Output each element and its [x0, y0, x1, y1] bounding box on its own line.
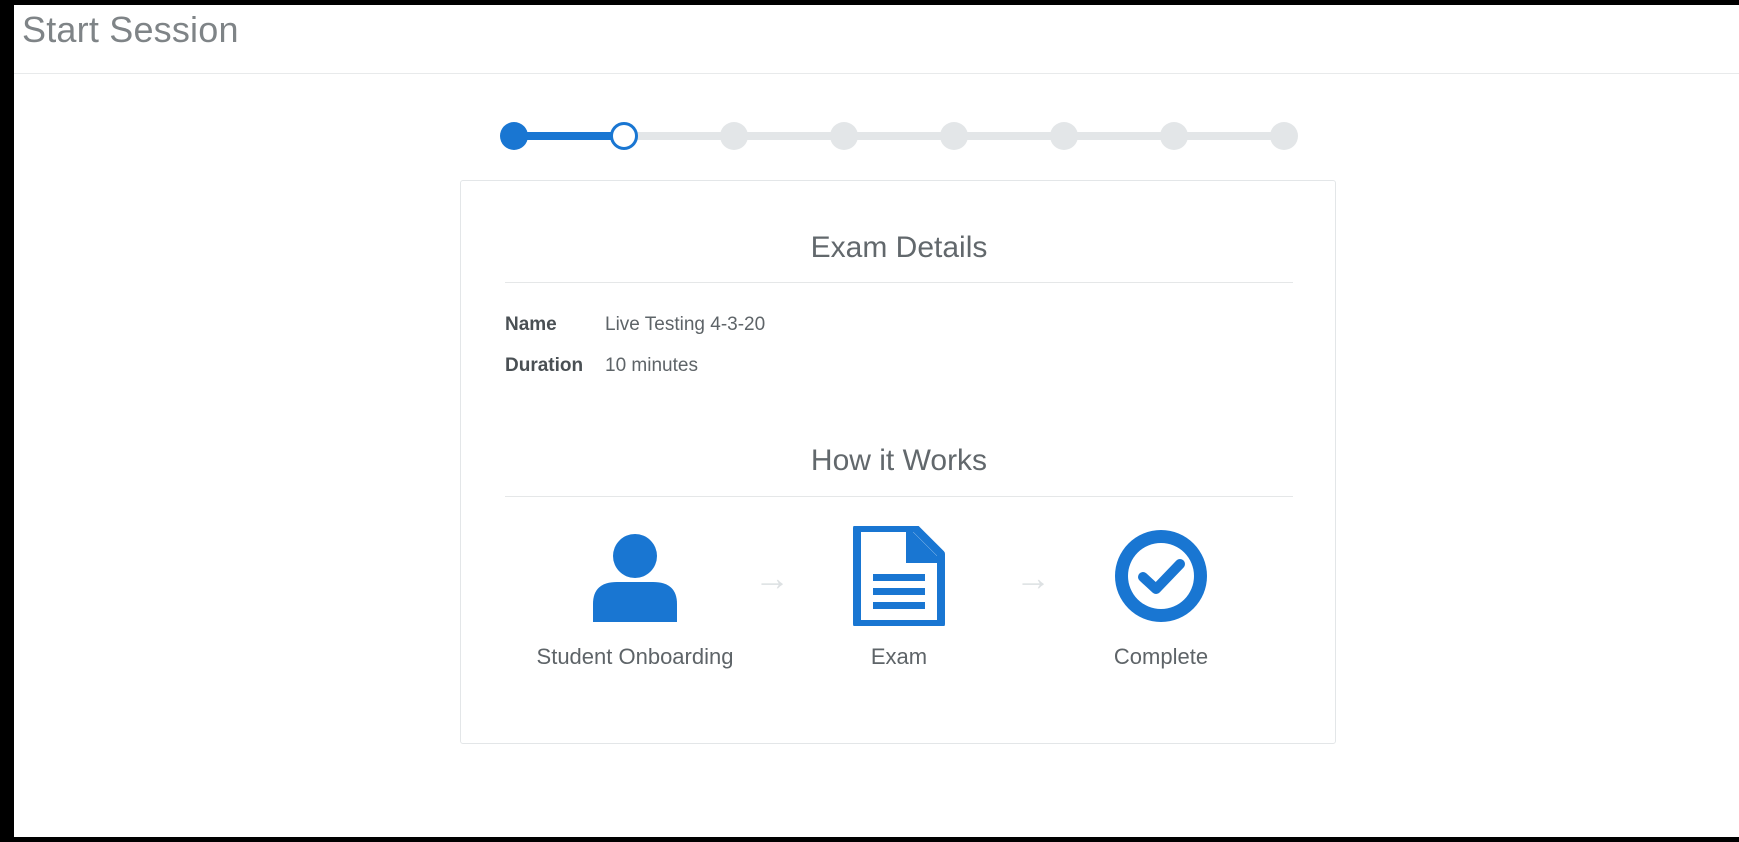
flow-step-label: Student Onboarding	[536, 644, 734, 669]
exam-details-heading: Exam Details	[810, 231, 988, 264]
duration-label: Duration	[505, 355, 584, 376]
exam-details-card: Exam Details Name Live Testing 4-3-20 Dur…	[460, 180, 1336, 744]
user-icon	[585, 526, 685, 626]
step-8-dot	[1270, 122, 1298, 150]
detail-row-duration: Duration 10 minutes	[505, 355, 698, 377]
flow-step-complete: Complete	[1041, 526, 1281, 670]
page-title: Start Session	[22, 9, 239, 50]
flow-step-student-onboarding: Student Onboarding	[515, 526, 755, 670]
detail-row-name: Name Live Testing 4-3-20	[505, 314, 765, 336]
how-it-works-divider	[505, 496, 1293, 497]
step-4-dot	[830, 122, 858, 150]
flow-step-exam: Exam	[779, 524, 1019, 670]
step-6-dot	[1050, 122, 1078, 150]
progress-stepper	[500, 120, 1310, 152]
name-value: Live Testing 4-3-20	[605, 314, 766, 335]
how-it-works-heading: How it Works	[810, 444, 988, 477]
flow-step-label: Exam	[870, 644, 928, 669]
step-1-dot	[500, 122, 528, 150]
step-7-dot	[1160, 122, 1188, 150]
document-icon	[849, 524, 949, 628]
start-session-page: Start Session Exam Details Name Live Test…	[14, 5, 1739, 837]
exam-details-divider	[505, 282, 1293, 283]
flow-step-label: Complete	[1113, 644, 1209, 669]
step-5-dot	[940, 122, 968, 150]
name-label: Name	[505, 314, 557, 335]
step-2-dot	[610, 122, 638, 150]
step-3-dot	[720, 122, 748, 150]
header-divider	[14, 73, 1739, 74]
duration-value: 10 minutes	[605, 355, 698, 376]
check-circle-icon	[1111, 526, 1211, 626]
